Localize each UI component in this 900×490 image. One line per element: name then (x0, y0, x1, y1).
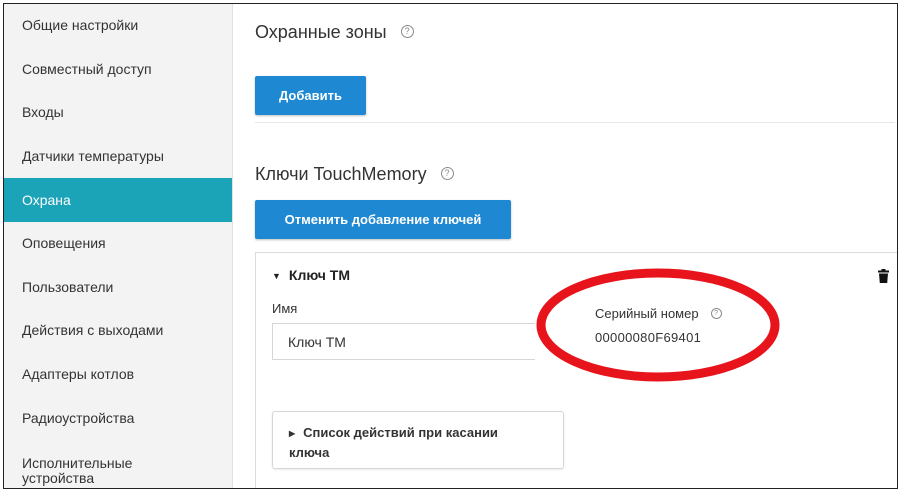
serial-label: Серийный номер (595, 306, 699, 321)
caret-right-icon: ▶ (289, 429, 296, 438)
caret-down-icon: ▼ (272, 271, 281, 281)
sidebar-item-label: Совместный доступ (22, 60, 152, 77)
name-input-value: Ключ ТМ (288, 333, 346, 350)
key-card: ▼ Ключ ТМ Имя Ключ ТМ Серийный номер? 000… (255, 252, 897, 488)
keys-section-title: Ключи TouchMemory? (255, 164, 454, 185)
sidebar-item-label: Оповещения (22, 235, 106, 252)
sidebar-item-sharing[interactable]: Совместный доступ (4, 48, 232, 92)
sidebar-item-label: Радиоустройства (22, 409, 135, 426)
sidebar-item-label: Исполнительные устройства (22, 454, 133, 486)
sidebar-item-inputs[interactable]: Входы (4, 91, 232, 135)
cancel-add-keys-button[interactable]: Отменить добавление ключей (255, 200, 511, 239)
sidebar-item-users[interactable]: Пользователи (4, 266, 232, 310)
trash-icon[interactable] (878, 269, 889, 283)
sidebar-item-label: Охрана (22, 191, 71, 208)
help-icon[interactable]: ? (710, 308, 722, 320)
name-input[interactable]: Ключ ТМ (272, 323, 535, 360)
divider (255, 122, 895, 123)
sidebar-item-actuators[interactable]: Исполнительные устройства (4, 440, 232, 486)
sidebar-item-radio-devices[interactable]: Радиоустройства (4, 396, 232, 440)
sidebar-item-notifications[interactable]: Оповещения (4, 222, 232, 266)
sidebar-item-temperature-sensors[interactable]: Датчики температуры (4, 135, 232, 179)
add-zone-button[interactable]: Добавить (255, 76, 366, 115)
key-card-header[interactable]: ▼ Ключ ТМ (272, 267, 350, 283)
sidebar-item-label: Датчики температуры (22, 148, 164, 165)
sidebar-item-general[interactable]: Общие настройки (4, 4, 232, 48)
sidebar-item-label: Действия с выходами (22, 322, 164, 339)
name-label: Имя (272, 301, 298, 316)
zones-section-title: Охранные зоны? (255, 22, 414, 43)
sidebar-item-label: Входы (22, 104, 64, 121)
help-icon[interactable]: ? (400, 24, 414, 38)
sidebar-item-label: Пользователи (22, 278, 114, 295)
main-content: Охранные зоны? Добавить Ключи TouchMemor… (233, 4, 897, 488)
sidebar: Общие настройки Совместный доступ Входы … (4, 4, 233, 488)
sidebar-item-label: Адаптеры котлов (22, 366, 135, 383)
help-icon[interactable]: ? (440, 166, 454, 180)
sidebar-item-security[interactable]: Охрана (4, 178, 232, 222)
key-card-title: Ключ ТМ (288, 267, 351, 283)
serial-number-value: 00000080F69401 (595, 330, 702, 345)
sidebar-item-output-actions[interactable]: Действия с выходами (4, 309, 232, 353)
touch-actions-header[interactable]: ▶ Список действий при касании ключа (289, 424, 539, 462)
zones-title: Охранные зоны (255, 22, 387, 42)
keys-title: Ключи TouchMemory (255, 164, 427, 184)
touch-actions-label: Список действий при касании ключа (289, 425, 498, 460)
app-window: Общие настройки Совместный доступ Входы … (3, 3, 898, 489)
sidebar-item-label: Общие настройки (22, 17, 139, 34)
touch-actions-panel[interactable]: ▶ Список действий при касании ключа (272, 411, 564, 469)
serial-label-row: Серийный номер? (595, 306, 722, 321)
sidebar-item-boiler-adapters[interactable]: Адаптеры котлов (4, 353, 232, 397)
